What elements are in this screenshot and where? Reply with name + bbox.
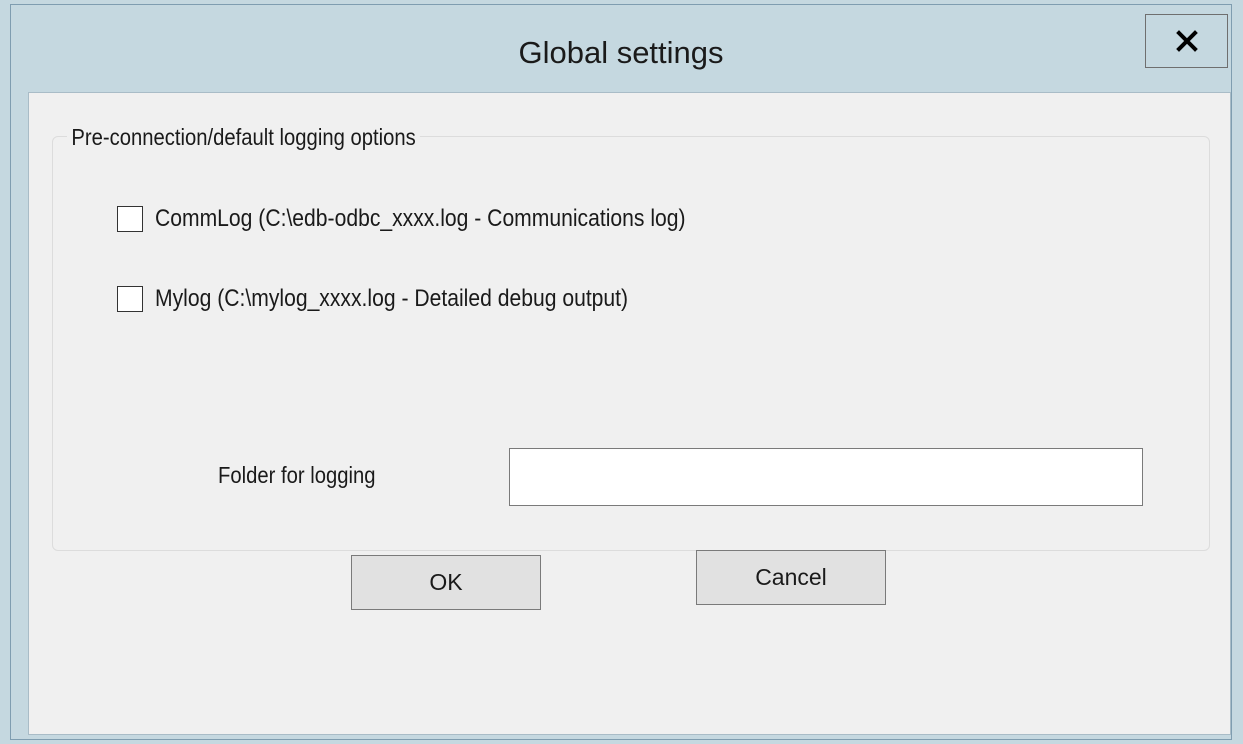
logging-options-group: Pre-connection/default logging options C… (52, 124, 1210, 551)
close-button[interactable] (1145, 14, 1228, 68)
commlog-checkbox[interactable] (117, 206, 143, 232)
commlog-option[interactable]: CommLog (C:\edb-odbc_xxxx.log - Communic… (117, 202, 758, 236)
folder-for-logging-label: Folder for logging (218, 462, 376, 488)
ok-button[interactable]: OK (351, 555, 541, 610)
global-settings-window: Global settings Pre-connection/default l… (10, 4, 1232, 740)
window-title: Global settings (518, 35, 724, 70)
close-icon (1175, 30, 1198, 52)
title-bar[interactable]: Global settings (11, 5, 1231, 92)
cancel-button[interactable]: Cancel (696, 550, 886, 605)
mylog-checkbox[interactable] (117, 286, 143, 312)
folder-for-logging-input[interactable] (509, 448, 1143, 506)
dialog-client-area: Pre-connection/default logging options C… (28, 92, 1231, 735)
mylog-option[interactable]: Mylog (C:\mylog_xxxx.log - Detailed debu… (117, 282, 693, 316)
commlog-label[interactable]: CommLog (C:\edb-odbc_xxxx.log - Communic… (155, 205, 686, 233)
mylog-label[interactable]: Mylog (C:\mylog_xxxx.log - Detailed debu… (155, 285, 628, 313)
group-legend: Pre-connection/default logging options (67, 124, 421, 151)
